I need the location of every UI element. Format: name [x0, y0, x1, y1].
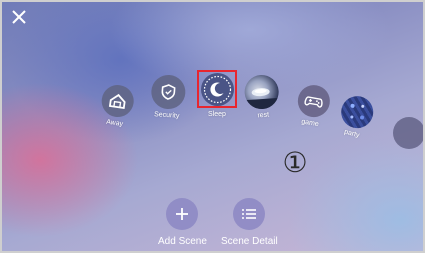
home-icon	[99, 82, 136, 120]
scene-label: Security	[153, 111, 180, 120]
scene-game[interactable]: game	[294, 82, 333, 130]
close-icon[interactable]	[10, 8, 28, 26]
selection-highlight	[197, 70, 237, 108]
scene-label: Sleep	[208, 111, 226, 118]
add-scene-label: Add Scene	[158, 236, 207, 247]
add-scene-button[interactable]: Add Scene	[158, 198, 207, 247]
scene-more[interactable]	[393, 117, 425, 149]
scene-label: rest	[257, 111, 270, 120]
gamepad-icon	[295, 82, 333, 120]
list-icon	[233, 198, 266, 230]
rest-photo	[243, 73, 280, 111]
scene-away[interactable]: Away	[98, 82, 136, 129]
scene-detail-button[interactable]: Scene Detail	[221, 198, 278, 247]
scene-rest[interactable]: rest	[243, 73, 281, 120]
moon-icon	[200, 72, 234, 106]
scene-sleep[interactable]: Sleep	[197, 70, 237, 118]
party-photo	[337, 92, 377, 132]
shield-icon	[150, 73, 187, 111]
plus-icon	[166, 198, 199, 230]
scene-label: game	[300, 118, 320, 129]
scene-screen: Away Security Sleep rest game party ① Ad…	[0, 0, 425, 253]
scene-security[interactable]: Security	[150, 73, 187, 120]
blank-circle	[393, 117, 425, 149]
step-marker: ①	[282, 147, 308, 178]
scene-party[interactable]: party	[335, 92, 377, 141]
scene-detail-label: Scene Detail	[221, 236, 278, 247]
scene-label: party	[343, 128, 361, 140]
scene-label: Away	[105, 118, 124, 128]
